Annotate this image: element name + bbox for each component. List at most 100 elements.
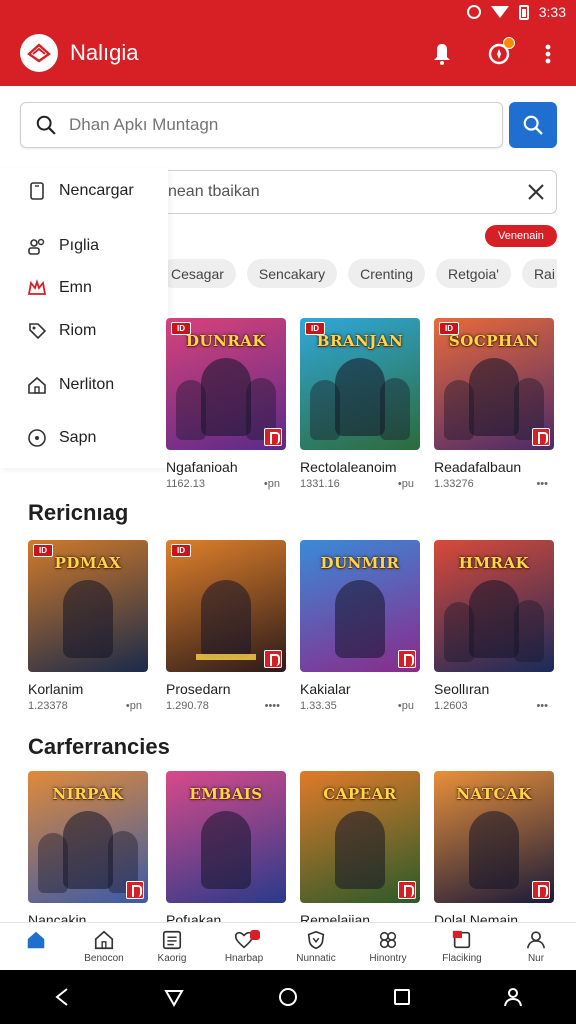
game-meta: 1.2603 ••• [434, 700, 554, 712]
character-art [469, 811, 519, 889]
publisher-badge-icon [398, 881, 416, 899]
shield-icon [307, 930, 325, 950]
nav-label: Hnarbap [224, 953, 264, 964]
nav-label: Nur [527, 953, 545, 964]
nav-kaorig[interactable]: Kaorig [142, 929, 202, 964]
game-card[interactable]: PDMAX ID Korlanim 1.23378 •pn [28, 540, 148, 712]
game-card[interactable]: EMBAIS Pofıakan [166, 771, 286, 928]
game-extra: •pu [397, 700, 414, 712]
crown-icon [27, 279, 47, 295]
game-meta: 1.33.35 •pu [300, 700, 420, 712]
nav-nunnatic[interactable]: Nunnatic [286, 929, 346, 964]
game-logo-text: NATCAK [456, 785, 532, 803]
game-logo-text: EMBAIS [189, 785, 263, 803]
chip-category[interactable]: Rai [521, 259, 557, 288]
activity-button[interactable] [485, 37, 515, 68]
search-bar [20, 102, 503, 148]
nav-flaciking[interactable]: Flaciking [432, 929, 492, 964]
game-cover: DUNMIR [300, 540, 420, 672]
character-art [469, 358, 519, 436]
game-logo-text: NIRPAK [52, 785, 124, 803]
game-extra: •••• [264, 700, 280, 712]
game-card[interactable]: SOCPHAN ID Readafalbaun 1.33276 ••• [434, 318, 554, 490]
overflow-menu-button[interactable] [534, 40, 562, 68]
drawer-item-label: Sapn [59, 429, 97, 446]
chip-category[interactable]: Crenting [348, 259, 425, 288]
status-bar: 3:33 [466, 2, 566, 22]
drawer-item-sapn[interactable]: Sapn [27, 428, 96, 448]
drawer-item-nencargar[interactable]: Nencargar [27, 181, 134, 201]
search-button[interactable] [509, 102, 557, 148]
home-filled-icon [27, 931, 45, 949]
filter-pill-button[interactable]: Venenain [485, 225, 557, 247]
notification-dot-icon [466, 5, 481, 19]
age-tag: ID [33, 544, 53, 557]
search-icon [36, 115, 56, 135]
publisher-badge-icon [532, 881, 550, 899]
game-name: Ngafanioah [166, 459, 238, 475]
status-time: 3:33 [538, 4, 566, 20]
category-chips: Cesagar Sencakary Crenting Retgoia' Rai [159, 259, 557, 289]
game-name: Seollıran [434, 681, 490, 697]
game-card[interactable]: DUNRAK ID Ngafanioah 1162.13 •pn [166, 318, 286, 490]
tag-icon [29, 323, 47, 340]
nav-hnarbap[interactable]: Hnarbap [214, 929, 274, 964]
nav-benocon[interactable]: Benocon [74, 929, 134, 964]
bell-button[interactable] [428, 40, 456, 68]
game-cover: HMRAK [434, 540, 554, 672]
bottom-navigation: Benocon Kaorig Hnarbap Nunnatic Hinontry… [0, 922, 576, 970]
chip-category[interactable]: Retgoia' [436, 259, 511, 288]
age-tag: ID [305, 322, 325, 335]
game-card[interactable]: NATCAK Dolal Nemain [434, 771, 554, 928]
nav-home[interactable] [6, 929, 66, 953]
game-downloads: 1.2603 [434, 700, 468, 712]
nav-nur[interactable]: Nur [506, 929, 566, 964]
card-badge-icon [452, 930, 471, 949]
game-downloads: 1331.16 [300, 478, 340, 490]
close-icon[interactable] [526, 182, 546, 202]
chip-category[interactable]: Cesagar [159, 259, 236, 288]
game-meta: 1162.13 •pn [166, 478, 286, 490]
game-name: Rectolaleanoim [300, 459, 397, 475]
account-icon[interactable] [501, 985, 525, 1009]
character-art [469, 580, 519, 658]
game-extra: ••• [536, 700, 548, 712]
game-cover: SOCPHAN ID [434, 318, 554, 450]
app-logo[interactable] [20, 34, 58, 72]
filter-search-bar [168, 170, 557, 214]
recents-icon[interactable] [390, 985, 414, 1009]
game-logo-text: BRANJAN [316, 332, 404, 350]
game-card[interactable]: CAPEAR Remelaiian [300, 771, 420, 928]
filter-search-input[interactable] [168, 183, 498, 201]
search-icon [523, 115, 543, 135]
game-downloads: 1.290.78 [166, 700, 209, 712]
nav-hinontry[interactable]: Hinontry [358, 929, 418, 964]
publisher-badge-icon [264, 650, 282, 668]
game-logo-text: DUNRAK [186, 332, 266, 350]
character-art [201, 358, 251, 436]
drawer-item-nerliton[interactable]: Nerliton [27, 375, 114, 395]
chip-category[interactable]: Sencakary [246, 259, 338, 288]
app-title: Nalıgia [70, 40, 139, 65]
back-icon[interactable] [50, 985, 74, 1009]
search-input[interactable] [69, 115, 469, 135]
clover-icon [379, 931, 397, 949]
game-meta: 1.33276 ••• [434, 478, 554, 490]
game-card[interactable]: HMRAK Seollıran 1.2603 ••• [434, 540, 554, 712]
game-card[interactable]: ID Prosedarn 1.290.78 •••• [166, 540, 286, 712]
section-title: Rericnıag [28, 500, 129, 525]
battery-icon [518, 4, 529, 20]
drawer-item-emn[interactable]: Emn [27, 278, 92, 298]
drawer-item-piglia[interactable]: Pıglia [27, 236, 99, 256]
publisher-badge-icon [126, 881, 144, 899]
game-card[interactable]: NIRPAK Nancakin [28, 771, 148, 928]
game-cover: DUNRAK ID [166, 318, 286, 450]
triangle-down-icon[interactable] [162, 985, 186, 1009]
game-downloads: 1.33.35 [300, 700, 337, 712]
system-navigation-bar [0, 970, 576, 1024]
home-circle-icon[interactable] [276, 985, 300, 1009]
drawer-item-riom[interactable]: Riom [27, 321, 96, 341]
character-art [201, 811, 251, 889]
game-card[interactable]: BRANJAN ID Rectolaleanoim 1331.16 •pu [300, 318, 420, 490]
game-card[interactable]: DUNMIR Kakialar 1.33.35 •pu [300, 540, 420, 712]
